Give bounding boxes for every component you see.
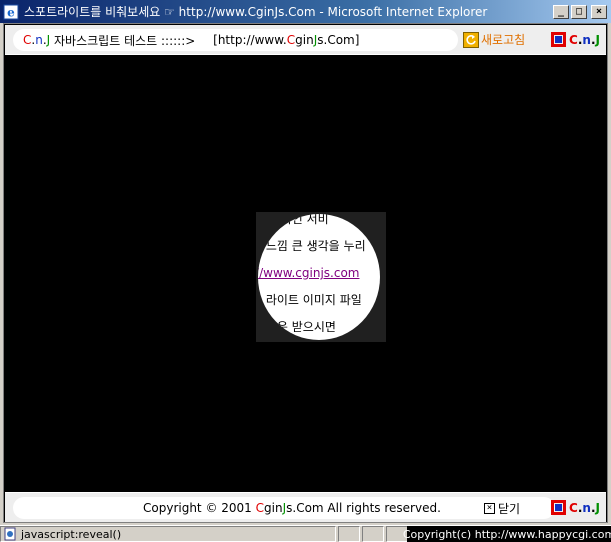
svg-text:e: e xyxy=(7,5,15,19)
copyright-prefix: Copyright © 2001 xyxy=(143,501,256,515)
brand-c: C xyxy=(569,32,578,47)
status-cell xyxy=(362,526,384,542)
footer-cnj-brand-logo: C.n.J xyxy=(551,500,600,515)
maximize-button[interactable]: □ xyxy=(571,4,587,19)
brand-j: J xyxy=(595,500,600,515)
refresh-label: 새로고침 xyxy=(481,33,526,47)
spotlight-circle: 는 알 목인 서비 도 느낌 큰 생각을 누리 ://www.cginjs.co… xyxy=(258,214,380,340)
close-box-icon: × xyxy=(484,503,495,514)
banner-title-pill: C.n.J 자바스크립트 테스트 ::::::> [http://www. Cg… xyxy=(13,29,458,51)
brand-j: J xyxy=(595,32,600,47)
window-controls: _ □ × xyxy=(553,4,607,19)
banner-title: 자바스크립트 테스트 ::::::> xyxy=(50,33,200,48)
status-bar: javascript:reveal() Copyright(c) http://… xyxy=(0,525,611,542)
status-text-panel: javascript:reveal() xyxy=(0,526,336,542)
refresh-button[interactable]: 새로고침 xyxy=(463,31,525,48)
brand-n: n xyxy=(582,32,591,47)
close-page-button[interactable]: × 닫기 xyxy=(484,500,520,517)
footer-banner: Copyright © 2001 Cgin Js.Com All rights r… xyxy=(5,492,606,522)
spotlight-line: 는 다운 받으시면 xyxy=(258,320,336,334)
window-title: 스포트라이트를 비춰보세요 ☞ http://www.CginJs.Com - … xyxy=(24,5,488,19)
status-cell xyxy=(338,526,360,542)
cnj-logo-icon xyxy=(551,32,567,47)
banner-url-gin: gin xyxy=(295,33,314,47)
page-icon xyxy=(3,527,17,541)
internet-explorer-icon: e xyxy=(3,4,19,20)
status-copyright: Copyright(c) http://www.happycgi.com xyxy=(402,526,611,542)
close-window-button[interactable]: × xyxy=(591,4,607,19)
copyright-c: C xyxy=(255,501,265,515)
spotlight-link[interactable]: ://www.cginjs.com xyxy=(258,260,380,287)
banner-url-suffix: s.Com] xyxy=(317,33,360,47)
copyright-suffix: s.Com All rights reserved. xyxy=(286,501,441,515)
page-content: C.n.J 자바스크립트 테스트 ::::::> [http://www. Cg… xyxy=(3,23,608,523)
spotlight-line: 도 느낌 큰 생각을 누리 xyxy=(258,239,366,253)
spotlight-text: 는 알 목인 서비 도 느낌 큰 생각을 누리 ://www.cginjs.co… xyxy=(258,214,380,340)
brand-c: C xyxy=(569,500,578,515)
banner-url-prefix: [http://www. xyxy=(213,33,287,47)
banner-logo-c: C xyxy=(23,33,32,47)
close-label: 닫기 xyxy=(498,502,521,516)
spotlight-line: 는 알 목인 서비 xyxy=(258,214,329,226)
refresh-icon xyxy=(463,31,479,48)
top-banner: C.n.J 자바스크립트 테스트 ::::::> [http://www. Cg… xyxy=(5,25,606,55)
copyright-text: Copyright © 2001 CginJs.Com All rights r… xyxy=(143,501,441,515)
banner-logo-n: n xyxy=(35,33,43,47)
spotlight-line: 트 라이트 이미지 파일 xyxy=(258,293,362,307)
minimize-button[interactable]: _ xyxy=(553,4,569,19)
cnj-brand-logo: C.n.J xyxy=(551,32,600,47)
copyright-gin: gin xyxy=(264,501,283,515)
status-text: javascript:reveal() xyxy=(21,527,122,541)
brand-n: n xyxy=(582,500,591,515)
spotlight-area[interactable]: 는 알 목인 서비 도 느낌 큰 생각을 누리 ://www.cginjs.co… xyxy=(256,212,386,342)
banner-url-c: C xyxy=(286,33,296,47)
title-bar[interactable]: e 스포트라이트를 비춰보세요 ☞ http://www.CginJs.Com … xyxy=(0,0,611,23)
cnj-logo-icon xyxy=(551,500,567,515)
